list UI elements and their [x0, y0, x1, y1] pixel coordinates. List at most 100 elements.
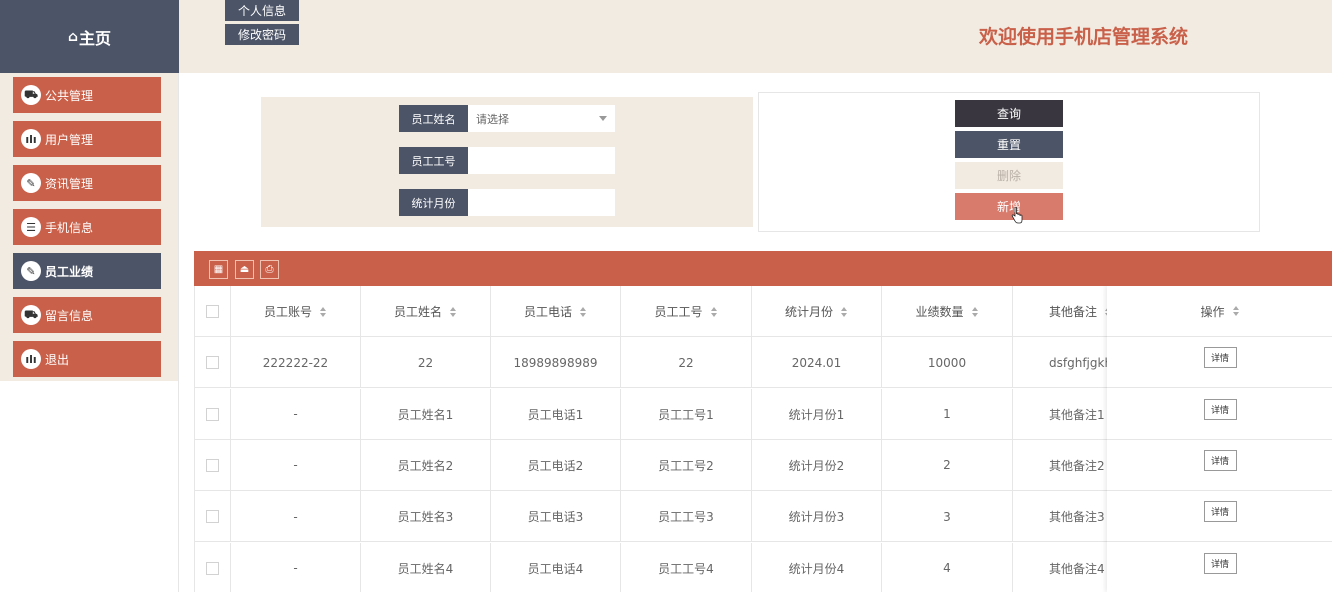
export-icon[interactable]: ⏏	[235, 260, 254, 279]
operation-cell: 详情	[1107, 389, 1332, 440]
table-cell-value: 统计月份1	[788, 407, 845, 422]
employee-id-input[interactable]	[468, 147, 615, 174]
sort-icon[interactable]	[971, 306, 979, 317]
table-cell-value: 员工电话2	[527, 458, 584, 473]
column-header-label: 员工账号	[263, 305, 312, 319]
table-cell: 1	[882, 388, 1013, 440]
sidebar-item-6[interactable]: ⛟ 留言信息	[13, 297, 161, 333]
table-cell-value: 其他备注4	[1049, 561, 1105, 576]
table-cell: -	[231, 388, 361, 440]
table-cell-value: -	[293, 561, 298, 575]
sidebar-item-label: 退出	[45, 352, 70, 367]
operation-header-label: 操作	[1200, 304, 1225, 319]
select-all-checkbox[interactable]	[206, 305, 219, 318]
bars-icon: ılı	[21, 129, 41, 149]
detail-button[interactable]: 详情	[1203, 449, 1237, 471]
operation-cell: 详情	[1107, 491, 1332, 543]
row-checkbox[interactable]	[206, 407, 219, 421]
profile-button[interactable]: 个人信息	[225, 0, 299, 21]
detail-button[interactable]: 详情	[1203, 501, 1237, 523]
table-cell-value: 222222-22	[262, 355, 329, 370]
table-cell: 员工工号2	[621, 439, 752, 491]
sort-icon[interactable]	[450, 306, 457, 317]
change-password-button[interactable]: 修改密码	[225, 24, 299, 45]
sidebar-item-4[interactable]: ☰ 手机信息	[13, 209, 161, 245]
table-cell: 员工姓名1	[361, 388, 491, 440]
sort-icon[interactable]	[580, 306, 587, 317]
table-cell-value: 员工工号3	[658, 510, 714, 525]
column-header[interactable]: 员工电话	[491, 286, 621, 337]
table-cell: dsfghfjgkhl	[1013, 337, 1107, 388]
table-cell: 其他备注3	[1013, 491, 1107, 542]
column-header[interactable]: 统计月份	[752, 286, 882, 337]
table-cell-value: 18989898989	[513, 355, 598, 370]
table-cell: 员工姓名3	[361, 491, 491, 543]
table-cell-value: 其他备注2	[1049, 458, 1105, 473]
checkbox-cell	[195, 439, 231, 491]
detail-button[interactable]: 详情	[1203, 552, 1237, 574]
checkbox-cell	[195, 542, 231, 592]
home-label: 主页	[79, 28, 112, 48]
stat-month-input[interactable]	[468, 189, 615, 216]
sort-icon[interactable]	[1232, 306, 1240, 316]
employee-name-select[interactable]: 请选择	[468, 105, 615, 132]
column-header[interactable]: 员工账号	[231, 286, 361, 337]
sidebar-item-3[interactable]: ✎ 资讯管理	[13, 165, 161, 201]
table-cell: 10000	[882, 337, 1013, 389]
home-link[interactable]: ⌂ 主页	[0, 0, 179, 73]
sidebar-item-label: 公共管理	[45, 88, 94, 103]
table-cell-value: -	[293, 407, 298, 422]
detail-button[interactable]: 详情	[1203, 398, 1237, 420]
home-icon: ⌂	[67, 28, 78, 45]
table-cell-value: 2	[943, 458, 951, 473]
operation-column: 操作 详情 详情 详情 详情 详情	[1107, 286, 1332, 592]
sort-icon[interactable]	[841, 306, 848, 317]
table-cell: 员工电话3	[491, 491, 621, 543]
table-cell-value: 22	[417, 355, 434, 370]
welcome-title: 欢迎使用手机店管理系统	[979, 26, 1189, 48]
table-cell-value: 其他备注1	[1049, 407, 1105, 422]
table-cell-value: 22	[678, 355, 694, 370]
table-cell-value: 员工工号1	[658, 407, 714, 422]
sidebar-divider	[178, 73, 179, 592]
sidebar-item-1[interactable]: ⛟ 公共管理	[13, 77, 161, 113]
row-checkbox[interactable]	[206, 458, 219, 472]
sidebar-item-2[interactable]: ılı 用户管理	[13, 121, 161, 157]
column-header[interactable]: 业绩数量	[882, 286, 1013, 337]
sort-icon[interactable]	[710, 306, 718, 317]
stat-month-label: 统计月份	[399, 189, 468, 216]
query-button[interactable]: 查询	[955, 100, 1063, 127]
add-button[interactable]: 新增	[955, 193, 1063, 220]
sort-icon[interactable]	[320, 306, 327, 317]
print-icon[interactable]: ⎙	[260, 260, 279, 279]
sidebar-item-7[interactable]: ılı 退出	[13, 341, 161, 377]
row-checkbox[interactable]	[206, 561, 219, 575]
column-header-label: 统计月份	[784, 305, 833, 319]
employee-name-placeholder: 请选择	[476, 112, 509, 126]
table-cell-value: -	[293, 509, 298, 524]
table-cell-value: 统计月份3	[788, 510, 845, 525]
grid-icon[interactable]: ▦	[209, 260, 228, 279]
checkbox-cell	[195, 286, 231, 337]
checkbox-cell	[195, 388, 231, 440]
reset-button[interactable]: 重置	[955, 131, 1063, 158]
table-cell-value: 员工姓名4	[397, 561, 454, 576]
table-cell: 员工电话4	[491, 542, 621, 592]
column-header-label: 员工工号	[654, 305, 703, 319]
row-checkbox[interactable]	[206, 356, 219, 370]
delete-button[interactable]: 删除	[955, 162, 1063, 189]
clipboard-icon: ☰	[21, 217, 41, 237]
sidebar-item-5[interactable]: ✎ 员工业绩	[13, 253, 161, 289]
column-header[interactable]: 员工姓名	[361, 286, 491, 337]
table-cell-value: 员工电话1	[527, 407, 584, 422]
column-header[interactable]: 其他备注	[1013, 286, 1107, 337]
detail-button[interactable]: 详情	[1203, 347, 1237, 369]
column-header[interactable]: 员工工号	[621, 286, 752, 337]
table-cell-value: 10000	[927, 355, 967, 370]
table-cell: 统计月份4	[752, 542, 882, 592]
row-checkbox[interactable]	[206, 510, 219, 524]
sidebar-item-label: 留言信息	[45, 308, 94, 323]
sidebar-item-label: 手机信息	[45, 220, 94, 235]
table-cell-value: 2024.01	[791, 355, 842, 370]
checkbox-cell	[195, 337, 231, 389]
